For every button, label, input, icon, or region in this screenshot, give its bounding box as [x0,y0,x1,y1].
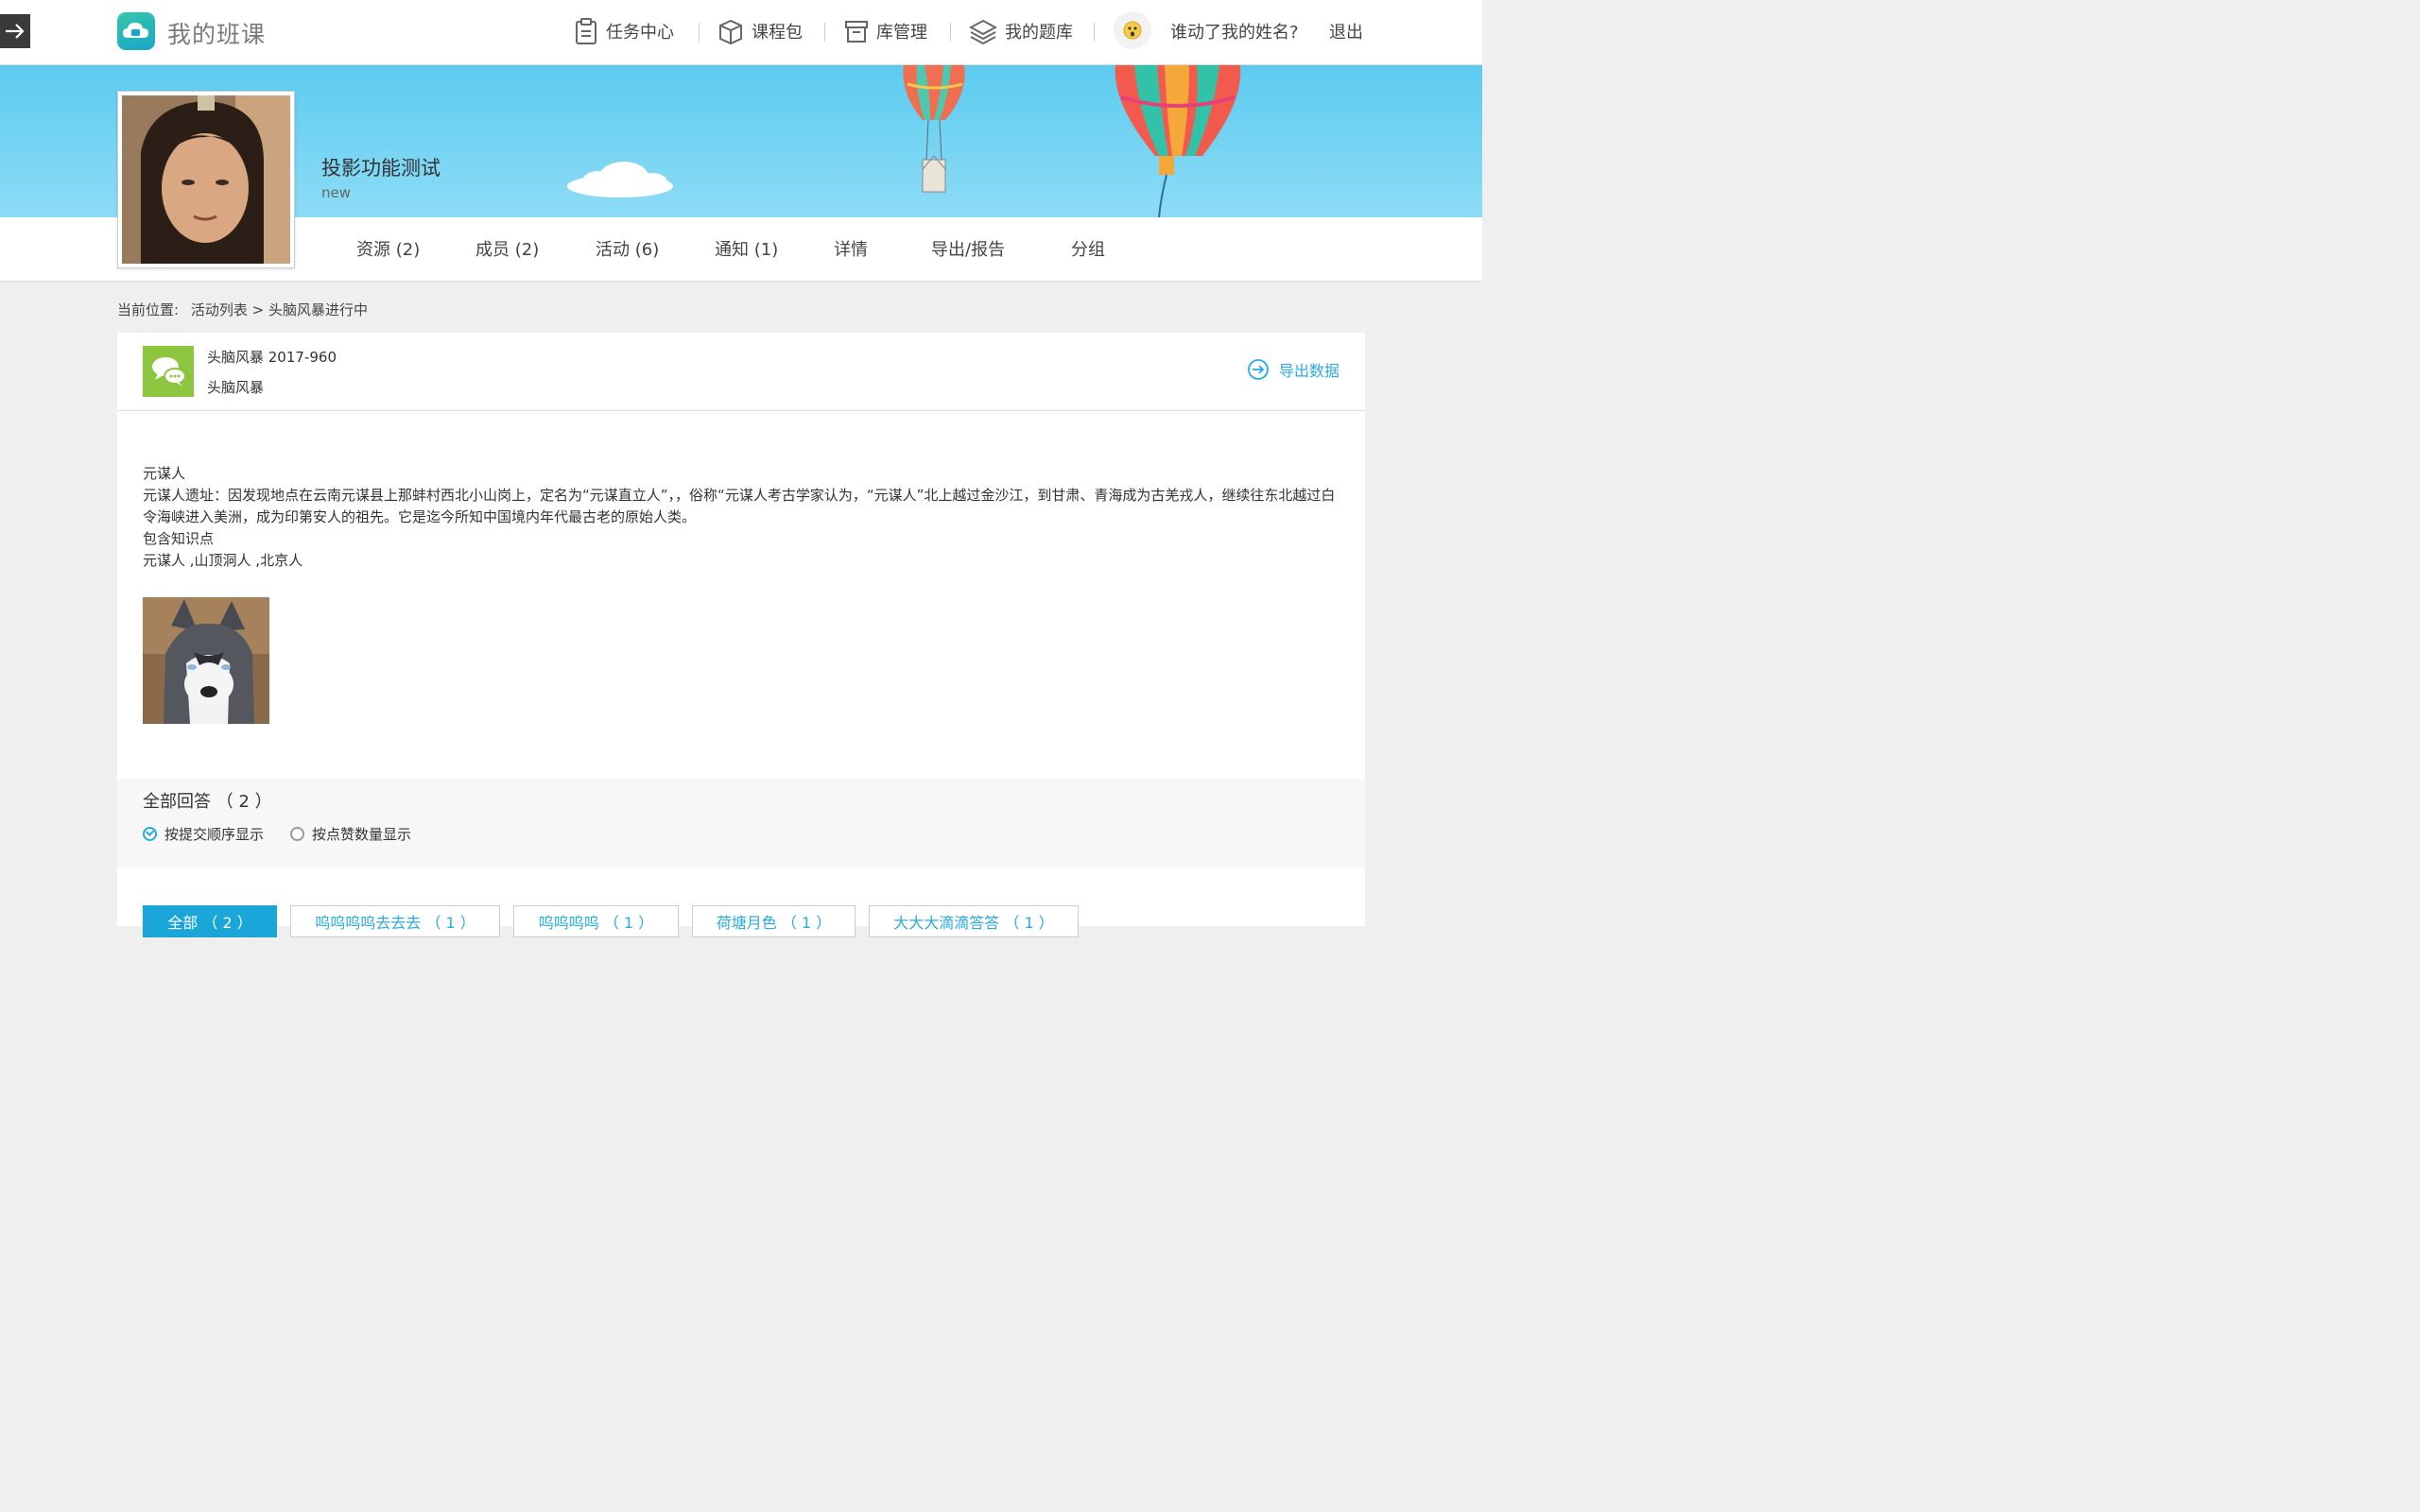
knowledge-points: 元谋人 ,山顶洞人 ,北京人 [143,552,303,569]
tab-export-report[interactable]: 导出/报告 [931,236,1005,261]
tab-members[interactable]: 成员 (2) [475,236,539,261]
knowledge-points-label: 包含知识点 [143,530,215,547]
filter-group[interactable]: 呜呜呜呜 （ 1 ） [513,905,679,937]
answer-filters: 全部 （ 2 ） 呜呜呜呜去去去 （ 1 ） 呜呜呜呜 （ 1 ） 荷塘月色 （… [117,868,1365,937]
nav-divider [950,23,951,42]
sort-by-time-radio[interactable] [143,827,157,841]
breadcrumb-separator: > [251,301,265,318]
export-data-button[interactable]: 导出数据 [1247,358,1340,381]
filter-all[interactable]: 全部 （ 2 ） [143,905,277,937]
user-name-link[interactable]: 谁动了我的姓名? [1170,0,1299,62]
tab-groups[interactable]: 分组 [1071,236,1105,261]
breadcrumb: 当前位置: 活动列表 > 头脑风暴进行中 [117,300,368,319]
tab-resources[interactable]: 资源 (2) [356,236,420,261]
export-arrow-icon [1247,358,1270,381]
nav-divider [1094,23,1095,42]
class-cover [117,91,295,268]
brainstorm-icon [143,346,194,397]
app-logo[interactable] [117,12,155,50]
answers-section: 全部回答 （ 2 ） 按提交顺序显示 按点赞数量显示 [117,779,1365,868]
nav-divider [699,23,700,42]
nav-divider [824,23,825,42]
content-heading: 元谋人 [143,465,186,482]
logout-label: 退出 [1329,23,1363,43]
filter-group[interactable]: 呜呜呜呜去去去 （ 1 ） [290,905,500,937]
content-body: 元谋人遗址：因发现地点在云南元谋县上那蚌村西北小山岗上，定名为“元谋直立人”，，… [143,487,1336,525]
nav-question-bank[interactable]: 我的题库 [969,0,1073,62]
nav-label: 我的题库 [1005,23,1073,43]
sort-by-likes-label[interactable]: 按点赞数量显示 [312,824,411,844]
brand-title[interactable]: 我的班课 [167,16,266,50]
nav-label: 库管理 [876,23,927,43]
nav-task-center[interactable]: 任务中心 [574,0,674,62]
sort-options: 按提交顺序显示 按点赞数量显示 [143,824,411,844]
export-data-label: 导出数据 [1278,362,1340,380]
class-cover-image [122,95,290,264]
filter-group[interactable]: 荷塘月色 （ 1 ） [692,905,856,937]
collapse-arrow-icon[interactable] [0,14,30,48]
attached-image[interactable] [143,597,269,724]
user-name: 谁动了我的姓名? [1170,23,1299,43]
nav-label: 任务中心 [606,23,674,43]
user-avatar[interactable] [1114,11,1151,49]
class-subtitle: new [321,184,352,201]
tab-activities[interactable]: 活动 (6) [596,236,659,261]
nav-label: 课程包 [752,23,803,43]
nav-library[interactable]: 库管理 [844,0,927,62]
nav-course-package[interactable]: 课程包 [717,0,803,62]
activity-content: 元谋人 元谋人遗址：因发现地点在云南元谋县上那蚌村西北小山岗上，定名为“元谋直立… [143,463,1340,572]
breadcrumb-activity-list[interactable]: 活动列表 [191,301,248,318]
filter-group[interactable]: 大大大滴滴答答 （ 1 ） [869,905,1079,937]
sort-by-likes-radio[interactable] [290,827,305,841]
activity-card: 头脑风暴 2017-960 头脑风暴 导出数据 元谋人 元谋人遗址：因发现地点在… [117,333,1365,779]
tab-details[interactable]: 详情 [834,236,868,261]
sort-by-time-label[interactable]: 按提交顺序显示 [164,824,264,844]
answers-title: 全部回答 （ 2 ） [143,792,272,812]
breadcrumb-prefix: 当前位置: [117,301,180,318]
archive-icon [844,18,869,44]
activity-type: 头脑风暴 [207,379,265,396]
activity-name: 头脑风暴 2017-960 [207,349,337,366]
logout-link[interactable]: 退出 [1329,0,1363,62]
top-bar: 我的班课 任务中心 课程包 库管理 我的题库 谁动了我的姓名? 退出 [0,0,1482,65]
layers-icon [969,17,997,45]
box-icon [717,17,744,45]
class-title: 投影功能测试 [321,157,441,180]
activity-header: 头脑风暴 2017-960 头脑风暴 导出数据 [117,333,1365,411]
breadcrumb-current: 头脑风暴进行中 [268,301,369,318]
tab-notices[interactable]: 通知 (1) [715,236,778,261]
clipboard-icon [574,17,598,45]
